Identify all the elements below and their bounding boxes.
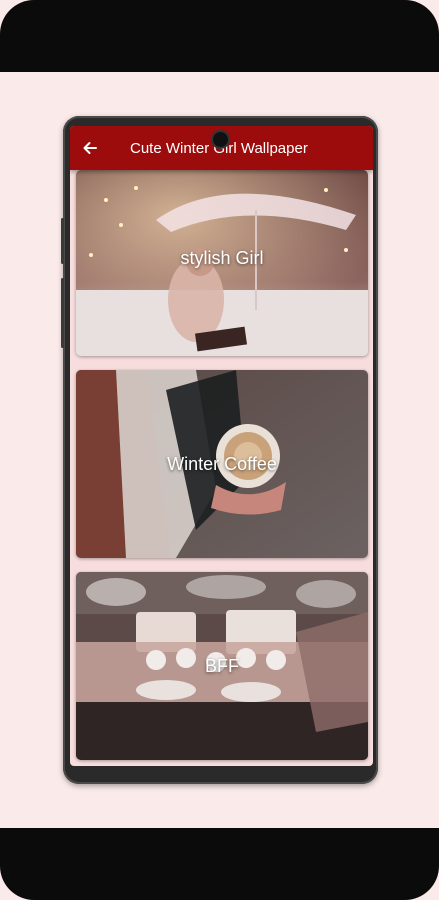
arrow-left-icon (83, 142, 97, 154)
device-frame-bottom (0, 828, 439, 900)
front-camera (213, 132, 228, 147)
category-label: Winter Coffee (167, 454, 277, 474)
phone-side-button (61, 278, 64, 348)
category-card-bff[interactable]: BFF (76, 572, 368, 760)
category-label: stylish Girl (180, 248, 264, 268)
app-title: Cute Winter Girl Wallpaper (130, 139, 308, 157)
category-card-winter-coffee[interactable]: Winter Coffee (76, 370, 368, 558)
phone-side-button (61, 218, 64, 264)
category-label: BFF (205, 656, 239, 676)
back-button[interactable] (70, 126, 110, 170)
app-screen: Cute Winter Girl Wallpaper stylish Girl … (70, 126, 373, 766)
device-frame-top (0, 0, 439, 72)
category-card-stylish-girl[interactable]: stylish Girl (76, 170, 368, 356)
